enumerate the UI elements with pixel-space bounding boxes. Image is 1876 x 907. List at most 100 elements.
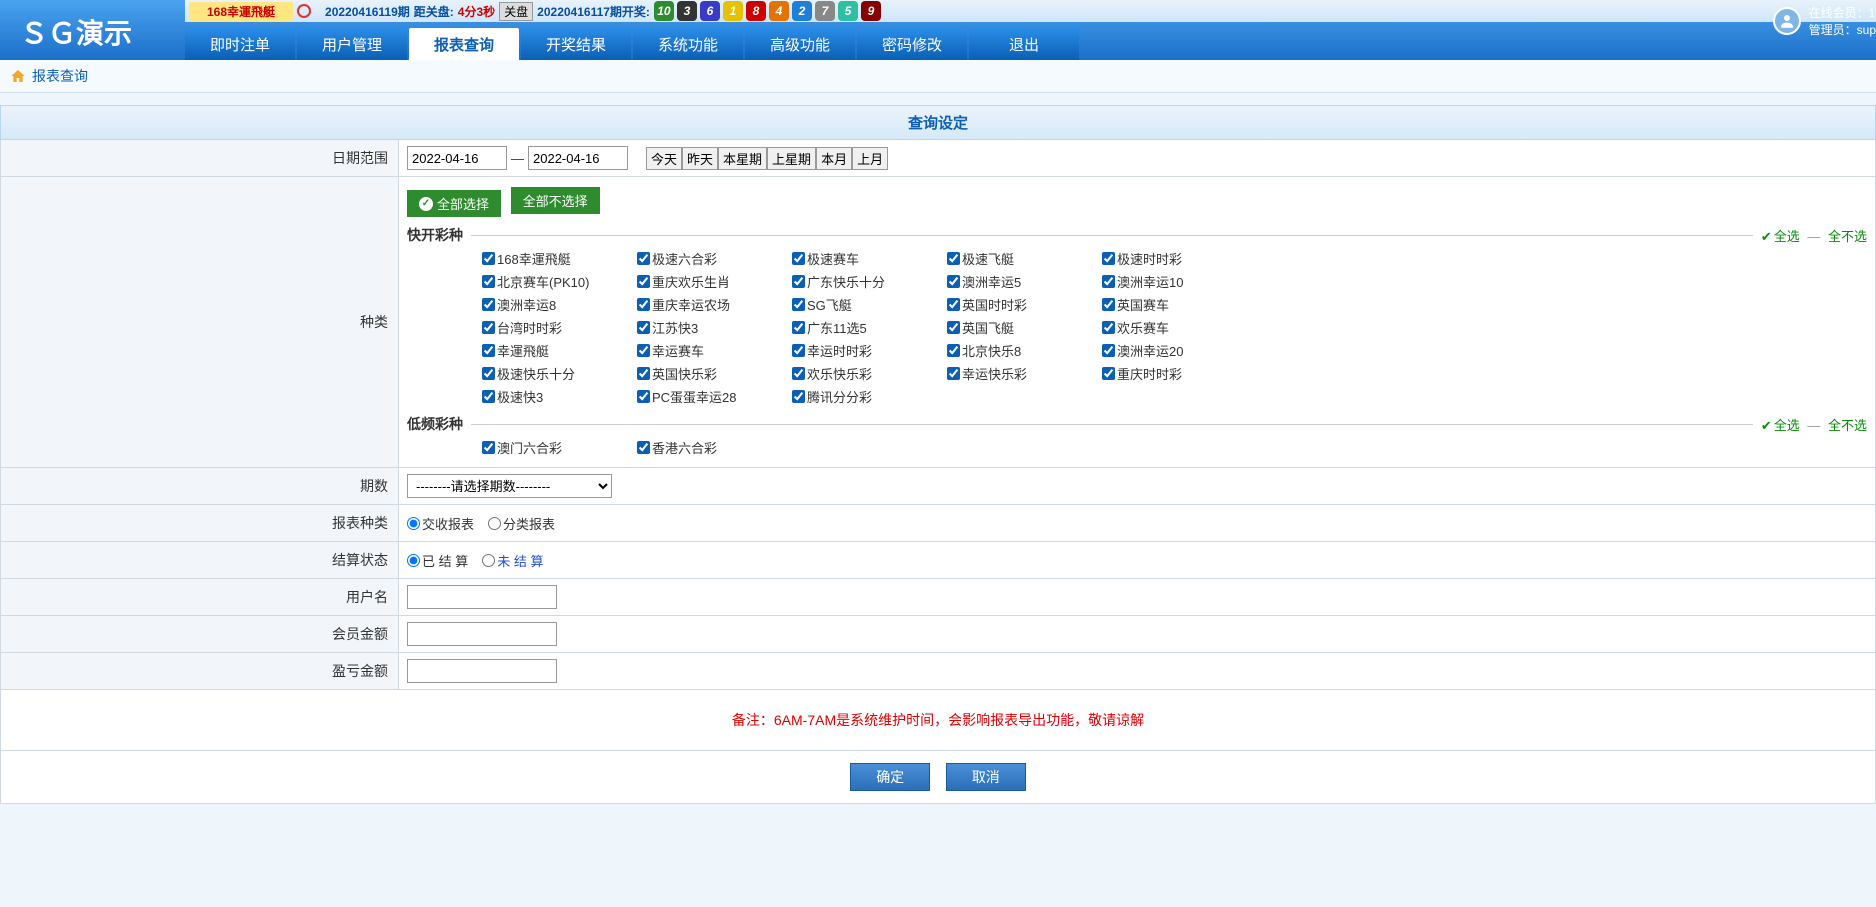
username-input[interactable]	[407, 585, 557, 609]
lottery-checkbox[interactable]	[482, 441, 495, 454]
lottery-item[interactable]: 澳洲幸运5	[947, 272, 1102, 291]
lottery-item[interactable]: 英国赛车	[1102, 295, 1257, 314]
lottery-checkbox[interactable]	[792, 390, 805, 403]
lottery-checkbox[interactable]	[947, 344, 960, 357]
lottery-item[interactable]: 广东快乐十分	[792, 272, 947, 291]
nav-tab-0[interactable]: 即时注单	[185, 28, 295, 60]
lottery-checkbox[interactable]	[482, 298, 495, 311]
submit-button[interactable]: 确定	[850, 763, 930, 791]
lottery-item[interactable]: 澳门六合彩	[482, 438, 637, 457]
lottery-item[interactable]: 腾讯分分彩	[792, 387, 947, 406]
refresh-icon[interactable]	[297, 4, 311, 18]
lottery-item[interactable]: 欢乐赛车	[1102, 318, 1257, 337]
quick-date-上月[interactable]: 上月	[852, 147, 888, 170]
member-amount-input[interactable]	[407, 622, 557, 646]
nav-tab-6[interactable]: 密码修改	[857, 28, 967, 60]
nav-tab-5[interactable]: 高级功能	[745, 28, 855, 60]
slow-select-all[interactable]: ✔全选	[1761, 418, 1800, 433]
date-to-input[interactable]	[528, 146, 628, 170]
lottery-item[interactable]: PC蛋蛋幸运28	[637, 387, 792, 406]
lottery-checkbox[interactable]	[637, 367, 650, 380]
lottery-item[interactable]: 幸运时时彩	[792, 341, 947, 360]
quick-date-上星期[interactable]: 上星期	[767, 147, 816, 170]
lottery-item[interactable]: 香港六合彩	[637, 438, 792, 457]
lottery-item[interactable]: 澳洲幸运8	[482, 295, 637, 314]
lottery-checkbox[interactable]	[482, 344, 495, 357]
lottery-item[interactable]: 重庆时时彩	[1102, 364, 1257, 383]
quick-date-本月[interactable]: 本月	[816, 147, 852, 170]
lottery-item[interactable]: 北京快乐8	[947, 341, 1102, 360]
lottery-checkbox[interactable]	[947, 298, 960, 311]
lottery-item[interactable]: 168幸運飛艇	[482, 249, 637, 268]
cancel-button[interactable]: 取消	[946, 763, 1026, 791]
lottery-checkbox[interactable]	[947, 252, 960, 265]
lottery-item[interactable]: 欢乐快乐彩	[792, 364, 947, 383]
lottery-item[interactable]: 澳洲幸运10	[1102, 272, 1257, 291]
date-from-input[interactable]	[407, 146, 507, 170]
lottery-item[interactable]: SG飞艇	[792, 295, 947, 314]
nav-tab-7[interactable]: 退出	[969, 28, 1079, 60]
lottery-item[interactable]: 极速时时彩	[1102, 249, 1257, 268]
lottery-item[interactable]: 英国时时彩	[947, 295, 1102, 314]
deselect-all-button[interactable]: 全部不选择	[511, 187, 600, 214]
report-type-2[interactable]: 分类报表	[488, 514, 555, 533]
lottery-checkbox[interactable]	[637, 441, 650, 454]
period-select[interactable]: --------请选择期数--------	[407, 474, 612, 498]
select-all-button[interactable]: ✓全部选择	[407, 190, 501, 217]
lottery-item[interactable]: 幸运赛车	[637, 341, 792, 360]
quick-date-今天[interactable]: 今天	[646, 147, 682, 170]
lottery-item[interactable]: 幸运快乐彩	[947, 364, 1102, 383]
lottery-checkbox[interactable]	[637, 390, 650, 403]
lottery-item[interactable]: 江苏快3	[637, 318, 792, 337]
slow-select-none[interactable]: 全不选	[1828, 418, 1867, 433]
lottery-item[interactable]: 广东11选5	[792, 318, 947, 337]
lottery-item[interactable]: 重庆幸运农场	[637, 295, 792, 314]
lottery-item[interactable]: 极速赛车	[792, 249, 947, 268]
lottery-checkbox[interactable]	[947, 275, 960, 288]
profit-amount-input[interactable]	[407, 659, 557, 683]
lottery-checkbox[interactable]	[1102, 344, 1115, 357]
lottery-checkbox[interactable]	[637, 275, 650, 288]
lottery-item[interactable]: 英国快乐彩	[637, 364, 792, 383]
lottery-checkbox[interactable]	[792, 298, 805, 311]
lottery-checkbox[interactable]	[1102, 252, 1115, 265]
nav-tab-2[interactable]: 报表查询	[409, 28, 519, 60]
quick-date-昨天[interactable]: 昨天	[682, 147, 718, 170]
lottery-checkbox[interactable]	[637, 252, 650, 265]
settle-1[interactable]: 已 结 算	[407, 551, 468, 570]
lottery-checkbox[interactable]	[482, 275, 495, 288]
lottery-checkbox[interactable]	[482, 390, 495, 403]
lottery-item[interactable]: 极速飞艇	[947, 249, 1102, 268]
lottery-item[interactable]: 北京赛车(PK10)	[482, 272, 637, 291]
close-pan-button[interactable]: 关盘	[499, 2, 533, 21]
quick-date-本星期[interactable]: 本星期	[718, 147, 767, 170]
lottery-item[interactable]: 幸運飛艇	[482, 341, 637, 360]
lottery-checkbox[interactable]	[947, 367, 960, 380]
lottery-checkbox[interactable]	[482, 321, 495, 334]
lottery-checkbox[interactable]	[792, 252, 805, 265]
lottery-checkbox[interactable]	[637, 344, 650, 357]
fast-select-all[interactable]: ✔全选	[1761, 229, 1800, 244]
lottery-checkbox[interactable]	[792, 344, 805, 357]
fast-select-none[interactable]: 全不选	[1828, 229, 1867, 244]
lottery-checkbox[interactable]	[482, 367, 495, 380]
lottery-item[interactable]: 极速快乐十分	[482, 364, 637, 383]
nav-tab-4[interactable]: 系统功能	[633, 28, 743, 60]
lottery-checkbox[interactable]	[792, 367, 805, 380]
lottery-checkbox[interactable]	[637, 298, 650, 311]
lottery-item[interactable]: 英国飞艇	[947, 318, 1102, 337]
lottery-item[interactable]: 极速快3	[482, 387, 637, 406]
lottery-checkbox[interactable]	[482, 252, 495, 265]
lottery-checkbox[interactable]	[1102, 298, 1115, 311]
lottery-item[interactable]: 重庆欢乐生肖	[637, 272, 792, 291]
lottery-checkbox[interactable]	[637, 321, 650, 334]
report-type-1[interactable]: 交收报表	[407, 514, 474, 533]
nav-tab-1[interactable]: 用户管理	[297, 28, 407, 60]
lottery-checkbox[interactable]	[1102, 275, 1115, 288]
lottery-checkbox[interactable]	[792, 275, 805, 288]
lottery-checkbox[interactable]	[792, 321, 805, 334]
lottery-checkbox[interactable]	[1102, 321, 1115, 334]
lottery-checkbox[interactable]	[1102, 367, 1115, 380]
lottery-item[interactable]: 极速六合彩	[637, 249, 792, 268]
lottery-item[interactable]: 澳洲幸运20	[1102, 341, 1257, 360]
